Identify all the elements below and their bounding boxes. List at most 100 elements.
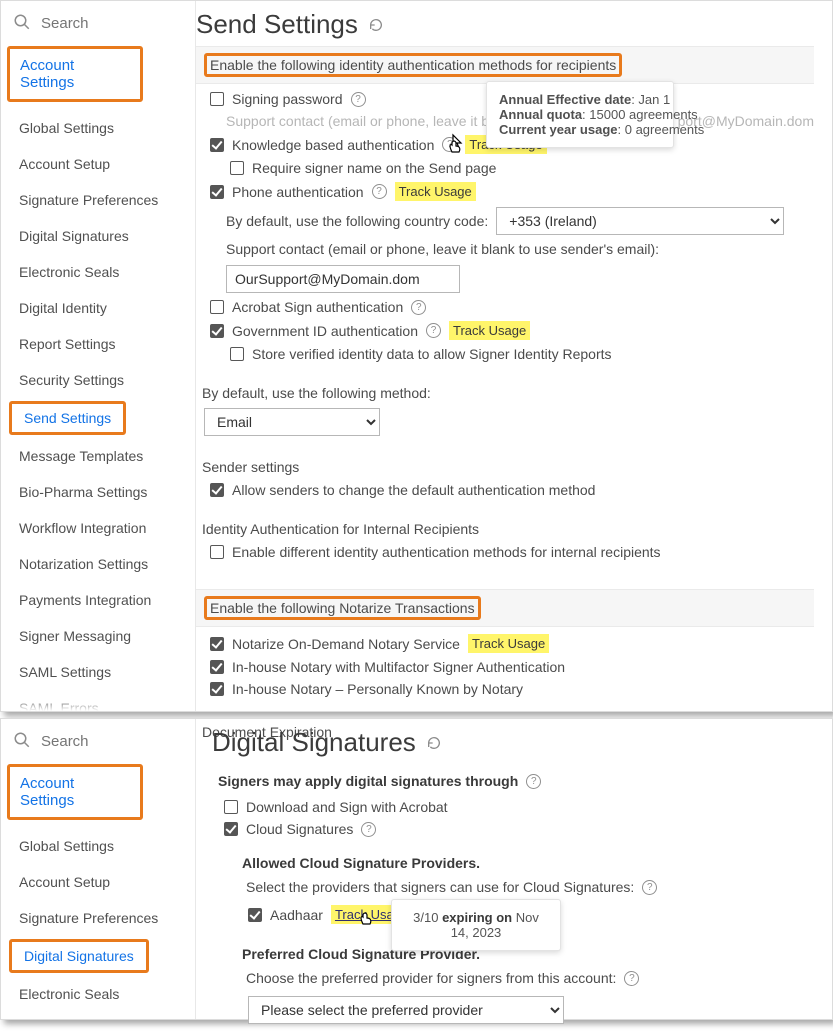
- track-usage-link[interactable]: Track Usage: [468, 634, 549, 653]
- sidebar-item-saml-errors[interactable]: SAML Errors: [1, 690, 195, 711]
- send-settings-panel: Account Settings Global SettingsAccount …: [0, 0, 833, 712]
- apply-through-heading: Signers may apply digital signatures thr…: [218, 773, 518, 789]
- sidebar-item-digital-identity[interactable]: Digital Identity: [1, 290, 195, 326]
- store-identity-label: Store verified identity data to allow Si…: [252, 346, 612, 362]
- help-icon[interactable]: ?: [642, 880, 657, 895]
- search-input[interactable]: [39, 732, 183, 751]
- checkbox-signing-password[interactable]: [210, 92, 224, 106]
- support-contact-label: Support contact (email or phone, leave i…: [226, 241, 659, 257]
- sidebar-item-notarization-settings[interactable]: Notarization Settings: [1, 546, 195, 582]
- nav-section-label: Account Settings: [20, 775, 130, 809]
- help-icon[interactable]: ?: [624, 971, 639, 986]
- track-usage-link[interactable]: Track Usage: [449, 321, 530, 340]
- sidebar-item-digital-signatures[interactable]: Digital Signatures: [9, 939, 149, 973]
- kba-label: Knowledge based authentication: [232, 137, 434, 153]
- notarize-mfa-label: In-house Notary with Multifactor Signer …: [232, 659, 565, 675]
- sidebar-item-global-settings[interactable]: Global Settings: [1, 110, 195, 146]
- help-icon[interactable]: ?: [372, 184, 387, 199]
- content-area: Send Settings Enable the following ident…: [196, 1, 832, 711]
- preferred-provider-select[interactable]: Please select the preferred provider: [248, 996, 564, 1024]
- page-title: Send Settings: [196, 9, 814, 40]
- checkbox-cloud-sig[interactable]: [224, 822, 238, 836]
- sidebar-item-electronic-seals[interactable]: Electronic Seals: [1, 976, 195, 1012]
- allowed-providers-heading: Allowed Cloud Signature Providers.: [242, 855, 480, 871]
- section-banner: Enable the following identity authentica…: [196, 46, 814, 84]
- support-contact-input[interactable]: [226, 265, 460, 293]
- preferred-provider-desc: Choose the preferred provider for signer…: [246, 970, 616, 986]
- digital-signatures-panel: Account Settings Global SettingsAccount …: [0, 718, 833, 1020]
- section-banner: Enable the following Notarize Transactio…: [196, 589, 814, 627]
- search-icon: [13, 13, 31, 34]
- country-code-select[interactable]: +353 (Ireland): [496, 207, 784, 235]
- checkbox-kba[interactable]: [210, 138, 224, 152]
- sidebar-item-signature-preferences[interactable]: Signature Preferences: [1, 900, 195, 936]
- sidebar-item-digital-identity[interactable]: Digital Identity: [1, 1012, 195, 1019]
- checkbox-require-signer-name[interactable]: [230, 161, 244, 175]
- sidebar: Account Settings Global SettingsAccount …: [1, 719, 196, 1019]
- checkbox-aadhaar[interactable]: [248, 908, 262, 922]
- aadhaar-label: Aadhaar: [270, 907, 323, 923]
- notarize-heading: Enable the following Notarize Transactio…: [210, 600, 475, 616]
- content-area: Digital Signatures Signers may apply dig…: [196, 719, 832, 1019]
- refresh-icon[interactable]: [368, 9, 384, 40]
- sidebar-item-report-settings[interactable]: Report Settings: [1, 326, 195, 362]
- checkbox-notarize-known[interactable]: [210, 682, 224, 696]
- notarize-known-label: In-house Notary – Personally Known by No…: [232, 681, 523, 697]
- notarize-ondemand-label: Notarize On-Demand Notary Service: [232, 636, 460, 652]
- expiry-tooltip: 3/10 expiring on Nov 14, 2023: [391, 899, 561, 951]
- sidebar-item-electronic-seals[interactable]: Electronic Seals: [1, 254, 195, 290]
- nav-section-account-settings[interactable]: Account Settings: [10, 767, 140, 817]
- sidebar-item-bio-pharma-settings[interactable]: Bio-Pharma Settings: [1, 474, 195, 510]
- checkbox-internal-enable[interactable]: [210, 545, 224, 559]
- sidebar-item-send-settings[interactable]: Send Settings: [9, 401, 126, 435]
- checkbox-notarize-ondemand[interactable]: [210, 637, 224, 651]
- nav-section-label: Account Settings: [20, 57, 130, 91]
- sidebar-item-digital-signatures[interactable]: Digital Signatures: [1, 218, 195, 254]
- sidebar-item-security-settings[interactable]: Security Settings: [1, 362, 195, 398]
- acrobat-auth-label: Acrobat Sign authentication: [232, 299, 403, 315]
- checkbox-gov-id[interactable]: [210, 324, 224, 338]
- allow-senders-label: Allow senders to change the default auth…: [232, 482, 595, 498]
- sender-settings-heading: Sender settings: [202, 459, 814, 475]
- sidebar: Account Settings Global SettingsAccount …: [1, 1, 196, 711]
- help-icon[interactable]: ?: [411, 300, 426, 315]
- help-icon[interactable]: ?: [351, 92, 366, 107]
- internal-enable-label: Enable different identity authentication…: [232, 544, 661, 560]
- help-icon[interactable]: ?: [426, 323, 441, 338]
- auth-methods-heading: Enable the following identity authentica…: [210, 57, 616, 73]
- default-method-select[interactable]: Email: [204, 408, 380, 436]
- track-usage-link[interactable]: Track Usage: [395, 182, 476, 201]
- sidebar-item-account-setup[interactable]: Account Setup: [1, 146, 195, 182]
- gov-id-label: Government ID authentication: [232, 323, 418, 339]
- help-icon[interactable]: ?: [526, 774, 541, 789]
- sidebar-item-payments-integration[interactable]: Payments Integration: [1, 582, 195, 618]
- help-icon[interactable]: ?: [361, 822, 376, 837]
- default-country-label: By default, use the following country co…: [226, 213, 488, 229]
- sidebar-item-label: Digital Signatures: [24, 948, 134, 964]
- signing-password-label: Signing password: [232, 91, 343, 107]
- pointer-cursor-icon: [443, 131, 467, 155]
- search-box[interactable]: [1, 723, 195, 760]
- checkbox-download-sign[interactable]: [224, 800, 238, 814]
- checkbox-notarize-mfa[interactable]: [210, 660, 224, 674]
- refresh-icon[interactable]: [426, 727, 442, 758]
- sidebar-item-signature-preferences[interactable]: Signature Preferences: [1, 182, 195, 218]
- checkbox-acrobat-auth[interactable]: [210, 300, 224, 314]
- search-box[interactable]: [1, 5, 195, 42]
- search-input[interactable]: [39, 14, 183, 33]
- allowed-providers-desc: Select the providers that signers can us…: [246, 879, 634, 895]
- checkbox-allow-senders[interactable]: [210, 483, 224, 497]
- sidebar-item-saml-settings[interactable]: SAML Settings: [1, 654, 195, 690]
- nav-section-account-settings[interactable]: Account Settings: [10, 49, 140, 99]
- sidebar-item-global-settings[interactable]: Global Settings: [1, 828, 195, 864]
- checkbox-store-identity[interactable]: [230, 347, 244, 361]
- checkbox-phone-auth[interactable]: [210, 185, 224, 199]
- pointer-cursor-icon: [354, 903, 378, 927]
- sidebar-item-signer-messaging[interactable]: Signer Messaging: [1, 618, 195, 654]
- sidebar-item-account-setup[interactable]: Account Setup: [1, 864, 195, 900]
- default-method-heading: By default, use the following method:: [202, 385, 814, 401]
- sidebar-item-message-templates[interactable]: Message Templates: [1, 438, 195, 474]
- phone-auth-label: Phone authentication: [232, 184, 364, 200]
- sidebar-item-workflow-integration[interactable]: Workflow Integration: [1, 510, 195, 546]
- cloud-sig-label: Cloud Signatures: [246, 821, 353, 837]
